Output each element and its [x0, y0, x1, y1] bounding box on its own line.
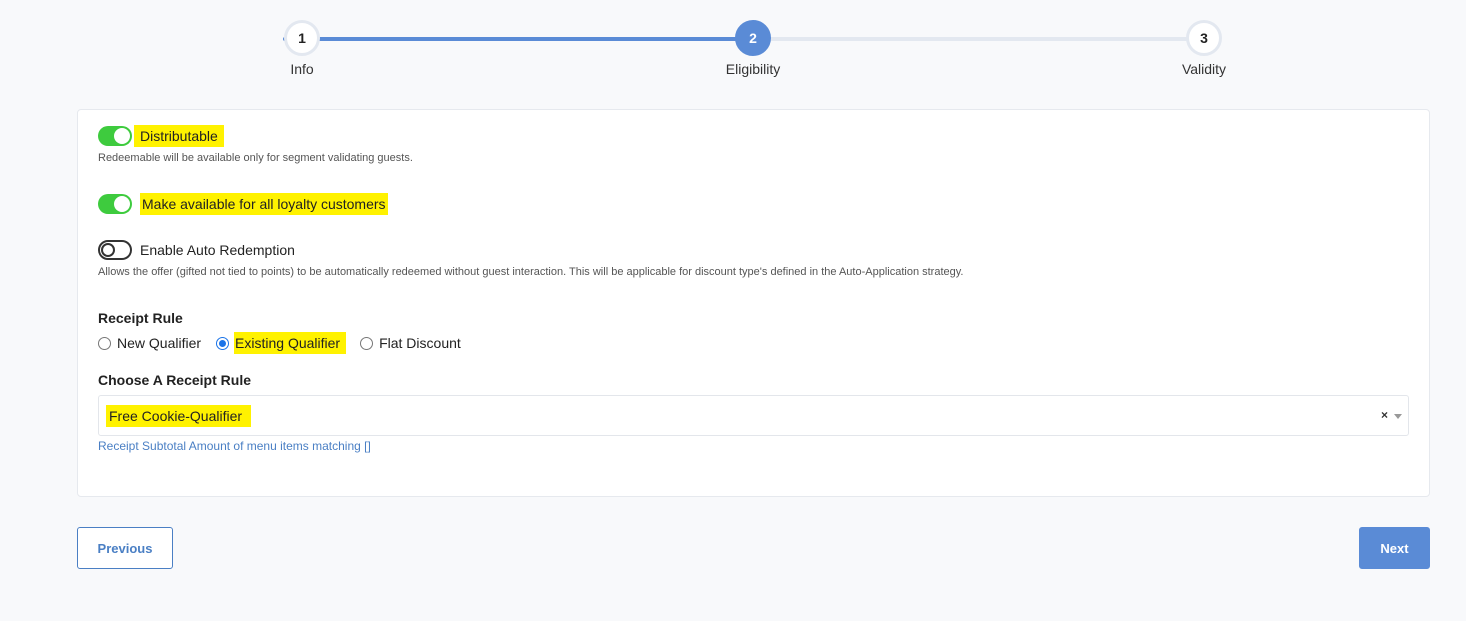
distributable-toggle[interactable]	[98, 126, 132, 146]
previous-button[interactable]: Previous	[77, 527, 173, 569]
receipt-rule-description: Receipt Subtotal Amount of menu items ma…	[98, 439, 371, 453]
radio-new-qualifier-circle[interactable]	[98, 336, 111, 350]
all-loyalty-label: Make available for all loyalty customers	[140, 193, 388, 215]
radio-flat-discount-circle[interactable]	[360, 336, 374, 350]
step-2-circle[interactable]: 2	[735, 20, 771, 56]
stepper-track-remaining	[753, 37, 1221, 41]
eligibility-card: Distributable Redeemable will be availab…	[77, 109, 1430, 497]
receipt-rule-radio-group: New Qualifier Existing Qualifier Flat Di…	[98, 332, 476, 354]
auto-redemption-help: Allows the offer (gifted not tied to poi…	[98, 266, 964, 278]
step-3-number: 3	[1200, 30, 1208, 46]
progress-stepper: 1 Info 2 Eligibility 3 Validity	[0, 0, 1466, 100]
step-1-circle[interactable]: 1	[284, 20, 320, 56]
step-1-label: Info	[290, 61, 314, 77]
radio-existing-qualifier[interactable]: Existing Qualifier	[216, 332, 347, 354]
radio-flat-discount-label: Flat Discount	[379, 335, 461, 351]
radio-flat-discount[interactable]: Flat Discount	[360, 332, 462, 354]
clear-icon[interactable]: ×	[1381, 408, 1388, 422]
step-3-circle[interactable]: 3	[1186, 20, 1222, 56]
step-3-label: Validity	[1181, 61, 1227, 77]
receipt-rule-select[interactable]: Free Cookie-Qualifier ×	[98, 395, 1409, 436]
distributable-help: Redeemable will be available only for se…	[98, 152, 413, 164]
distributable-label: Distributable	[134, 125, 224, 147]
auto-redemption-toggle[interactable]	[98, 240, 132, 260]
auto-redemption-label: Enable Auto Redemption	[140, 242, 295, 258]
stepper-track-completed	[283, 37, 753, 41]
step-1-number: 1	[298, 30, 306, 46]
next-button[interactable]: Next	[1359, 527, 1430, 569]
radio-new-qualifier[interactable]: New Qualifier	[98, 332, 202, 354]
radio-existing-qualifier-label: Existing Qualifier	[234, 332, 347, 354]
step-2-number: 2	[749, 30, 757, 46]
choose-rule-title: Choose A Receipt Rule	[98, 372, 251, 388]
radio-new-qualifier-label: New Qualifier	[117, 335, 202, 351]
step-2-label: Eligibility	[725, 61, 781, 77]
chevron-down-icon[interactable]	[1394, 414, 1402, 419]
receipt-rule-selected-value: Free Cookie-Qualifier	[106, 405, 252, 427]
radio-existing-qualifier-circle[interactable]	[216, 336, 230, 350]
receipt-rule-title: Receipt Rule	[98, 310, 183, 326]
all-loyalty-toggle[interactable]	[98, 194, 132, 214]
